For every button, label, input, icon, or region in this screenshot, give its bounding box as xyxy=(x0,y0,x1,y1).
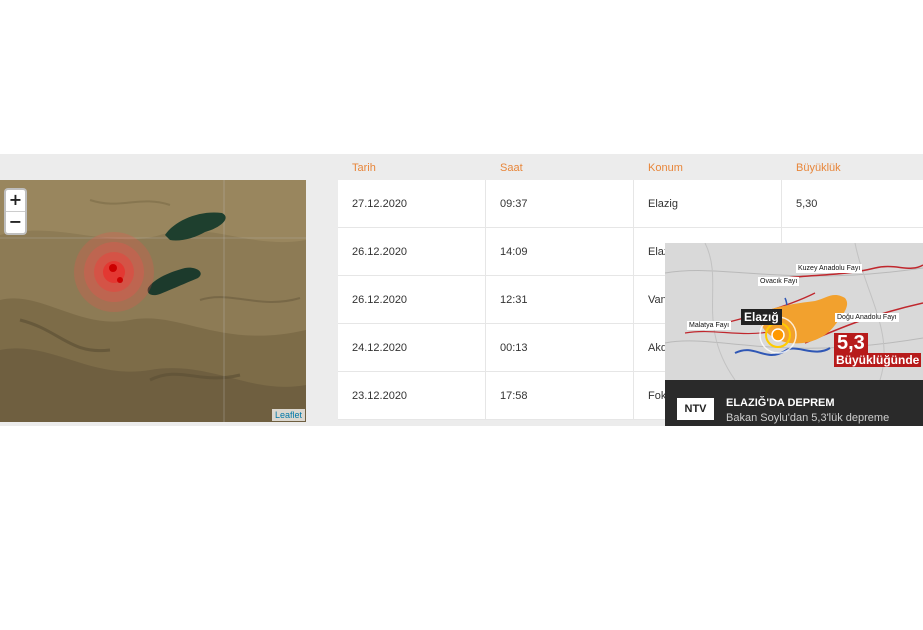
zoom-control: + − xyxy=(4,188,27,235)
column-header-magnitude: Büyüklük xyxy=(796,162,841,174)
fault-label-east-anatolian: Doğu Anadolu Fayı xyxy=(835,313,899,322)
cell-date: 24.12.2020 xyxy=(338,324,486,371)
table-row[interactable]: 27.12.2020 09:37 Elazig 5,30 xyxy=(338,180,923,228)
cell-time: 09:37 xyxy=(486,180,634,227)
column-header-date: Tarih xyxy=(352,162,376,174)
news-caption-bar: NTV ELAZIĞ'DA DEPREM Bakan Soylu'dan 5,3… xyxy=(665,380,923,426)
table-header: Tarih Saat Konum Büyüklük xyxy=(338,156,923,180)
fault-label-ovacik: Ovacık Fayı xyxy=(758,277,800,286)
column-header-location: Konum xyxy=(648,162,683,174)
ntv-logo: NTV xyxy=(677,398,714,420)
cell-time: 00:13 xyxy=(486,324,634,371)
news-subline: Bakan Soylu'dan 5,3'lük depreme xyxy=(726,412,890,424)
magnitude-label: 5,3 xyxy=(834,333,868,353)
cell-time: 14:09 xyxy=(486,228,634,275)
city-label: Elazığ xyxy=(741,309,782,325)
zoom-out-button[interactable]: − xyxy=(6,211,25,232)
fault-label-north-anatolian: Kuzey Anadolu Fayı xyxy=(796,264,863,273)
news-video-overlay[interactable]: Kuzey Anadolu Fayı Ovacık Fayı Doğu Anad… xyxy=(665,243,923,426)
cell-date: 23.12.2020 xyxy=(338,372,486,419)
map-terrain xyxy=(0,180,306,422)
column-header-time: Saat xyxy=(500,162,523,174)
fault-label-malatya: Malatya Fayı xyxy=(687,321,732,330)
map-attribution-link[interactable]: Leaflet xyxy=(271,409,305,421)
earthquake-map[interactable]: + − Leaflet xyxy=(0,180,306,422)
magnitude-sub-label: Büyüklüğünde xyxy=(834,353,922,367)
cell-date: 26.12.2020 xyxy=(338,276,486,323)
zoom-in-button[interactable]: + xyxy=(6,190,25,211)
news-headline[interactable]: ELAZIĞ'DA DEPREM xyxy=(726,397,835,409)
cell-time: 17:58 xyxy=(486,372,634,419)
cell-magnitude: 5,30 xyxy=(796,197,818,210)
cell-time: 12:31 xyxy=(486,276,634,323)
cell-date: 26.12.2020 xyxy=(338,228,486,275)
cell-date: 27.12.2020 xyxy=(338,180,486,227)
cell-location: Elazig xyxy=(634,180,782,227)
